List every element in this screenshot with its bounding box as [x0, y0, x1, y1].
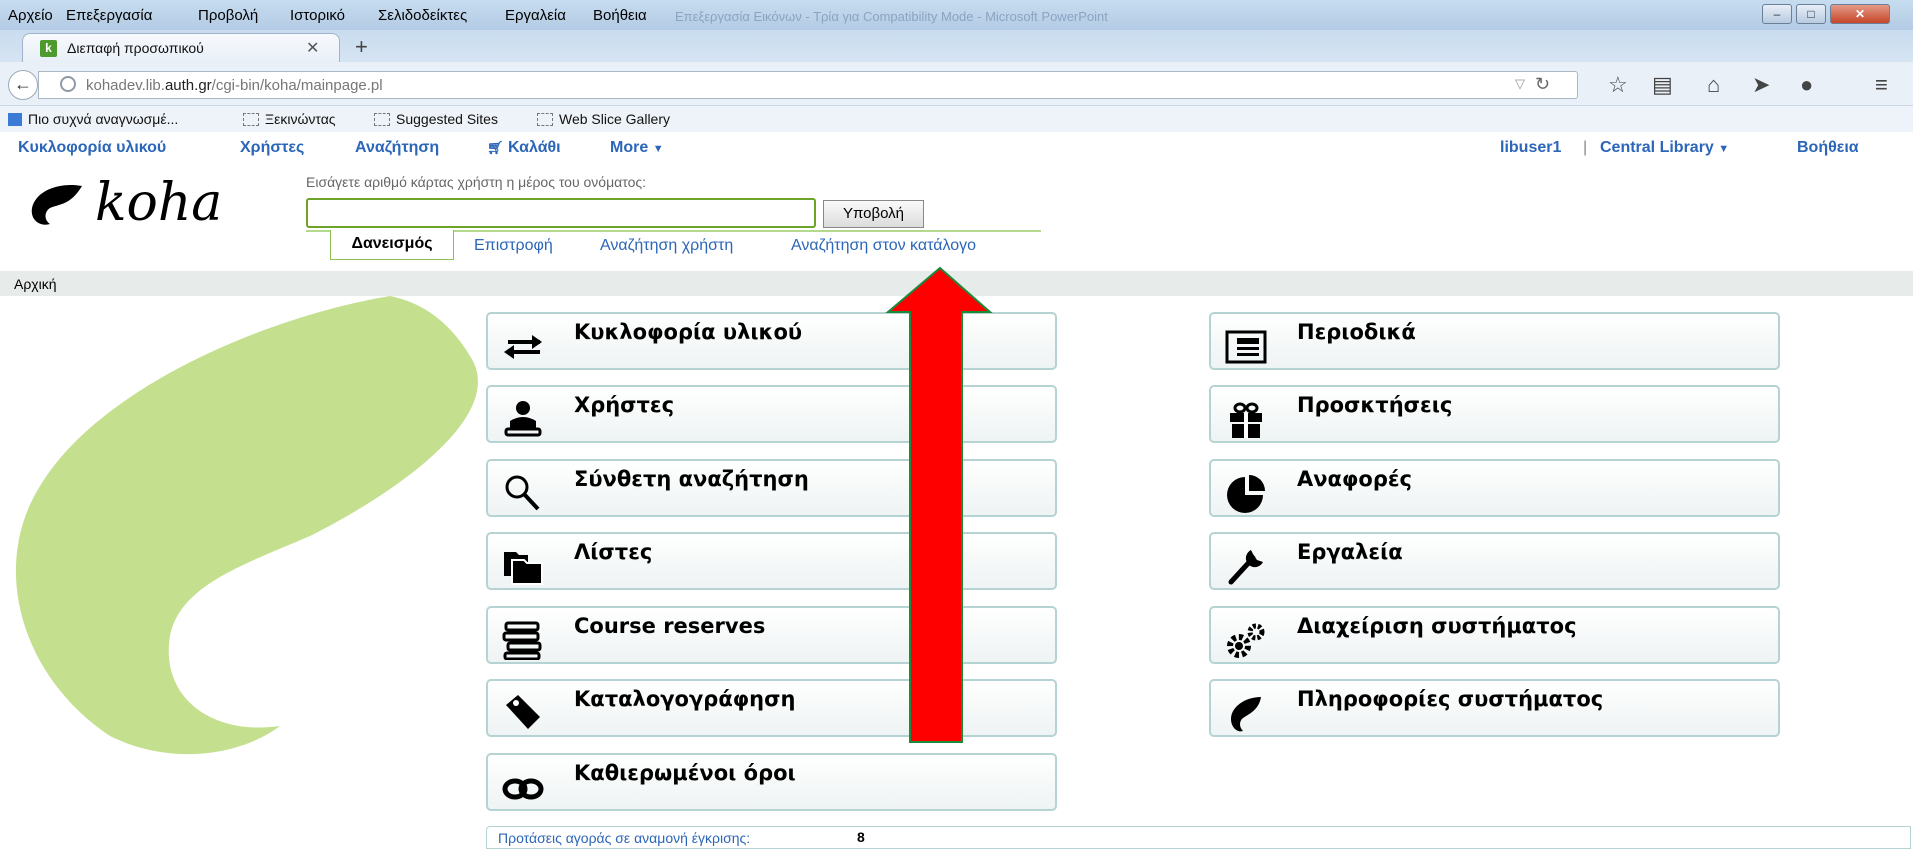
module-label: Διαχείριση συστήματος [1297, 614, 1577, 638]
koha-favicon-icon: k [40, 40, 57, 57]
back-arrow-icon[interactable]: ← [8, 70, 38, 100]
bookmark-getting-started[interactable]: Ξεκινώντας [243, 111, 336, 127]
module-administration[interactable]: Διαχείριση συστήματος [1209, 606, 1780, 664]
pending-suggestions-count: 8 [857, 829, 865, 845]
gears-icon [1227, 623, 1265, 658]
module-label: Περιοδικά [1297, 320, 1416, 344]
bookmark-star-icon[interactable]: ☆ [1608, 72, 1628, 98]
send-icon[interactable]: ➤ [1752, 72, 1770, 98]
browser-window: { "window": { "menu": ["Αρχείο","Επεξεργ… [0, 0, 1913, 849]
tab-search-catalog[interactable]: Αναζήτηση στον κατάλογο [791, 237, 976, 255]
menu-tools[interactable]: Εργαλεία [505, 7, 566, 24]
red-up-arrow-annotation [885, 266, 993, 743]
home-icon[interactable]: ⌂ [1707, 72, 1720, 98]
bookmark-web-slice-gallery[interactable]: Web Slice Gallery [537, 111, 670, 127]
caret-down-icon: ▼ [652, 143, 664, 155]
reload-icon[interactable]: ↻ [1535, 74, 1550, 95]
caret-down-icon: ▼ [1718, 143, 1730, 155]
nav-circulation[interactable]: Κυκλοφορία υλικού [18, 139, 166, 157]
module-label: Καταλογογράφηση [574, 687, 796, 711]
tab-close-icon[interactable]: ✕ [306, 38, 319, 58]
tag-icon [506, 695, 540, 729]
bookmark-page-icon [537, 113, 553, 126]
module-label: Αναφορές [1297, 467, 1413, 491]
module-acquisitions[interactable]: Προσκτήσεις [1209, 385, 1780, 443]
url-text[interactable]: kohadev.lib.auth.gr/cgi-bin/koha/mainpag… [86, 77, 383, 94]
cart-icon: 🛒︎ [487, 140, 504, 155]
nav-cart[interactable]: 🛒︎ Καλάθι [487, 139, 561, 157]
pie-chart-icon [1227, 475, 1265, 513]
nav-search[interactable]: Αναζήτηση [355, 139, 439, 157]
newspaper-icon [1225, 330, 1267, 364]
module-serials[interactable]: Περιοδικά [1209, 312, 1780, 370]
magnifier-icon [505, 475, 540, 511]
menu-history[interactable]: Ιστορικό [290, 7, 345, 24]
module-label: Καθιερωμένοι όροι [574, 761, 796, 785]
module-label: Course reserves [574, 614, 766, 638]
search-label: Εισάγετε αριθμό κάρτας χρήστη η μέρος το… [306, 174, 646, 190]
menu-bar: Αρχείο Επεξεργασία Προβολή Ιστορικό Σελι… [0, 0, 1913, 30]
breadcrumb-home[interactable]: Αρχική [14, 276, 57, 292]
wrench-icon [1228, 550, 1263, 585]
tab-search-patrons[interactable]: Αναζήτηση χρήστη [600, 237, 733, 255]
module-label: Σύνθετη αναζήτηση [574, 467, 809, 491]
menu-view[interactable]: Προβολή [198, 7, 258, 24]
folders-icon [504, 552, 543, 585]
url-dropdown-icon[interactable]: ▽ [1515, 76, 1525, 92]
module-label: Πληροφορίες συστήματος [1297, 687, 1604, 711]
bookmark-page-icon [243, 113, 259, 126]
tab-title: Διεπαφή προσωπικού [67, 40, 204, 56]
nav-library[interactable]: Central Library ▼ [1600, 139, 1729, 157]
reading-list-icon[interactable]: ▤ [1652, 72, 1673, 98]
module-label: Κυκλοφορία υλικού [574, 320, 803, 344]
close-window-button[interactable]: ✕ [1830, 4, 1890, 24]
hamburger-menu-icon[interactable]: ≡ [1875, 72, 1888, 98]
books-stack-icon [502, 621, 542, 660]
tab-checkin[interactable]: Επιστροφή [474, 237, 553, 255]
nav-user[interactable]: libuser1 [1500, 139, 1561, 157]
bookmark-folder-icon [8, 113, 22, 126]
patron-icon [504, 401, 542, 437]
new-tab-plus-icon[interactable]: + [355, 34, 368, 60]
menu-bookmarks[interactable]: Σελιδοδείκτες [378, 7, 467, 24]
nav-more[interactable]: More ▼ [610, 139, 664, 157]
chain-link-icon [502, 778, 544, 800]
module-tools[interactable]: Εργαλεία [1209, 532, 1780, 590]
bookmark-page-icon [374, 113, 390, 126]
globe-icon [60, 76, 76, 92]
module-authorities[interactable]: Καθιερωμένοι όροι [486, 753, 1057, 811]
bookmark-suggested-sites[interactable]: Suggested Sites [374, 111, 498, 127]
koha-logo-text[interactable]: koha [95, 173, 222, 233]
window-title: Επεξεργασία Εικόνων - Τρία για Compatibi… [675, 9, 1108, 24]
patron-search-input[interactable] [306, 198, 816, 228]
menu-file[interactable]: Αρχείο [8, 7, 53, 24]
pending-suggestions-link[interactable]: Προτάσεις αγοράς σε αναμονή έγκρισης: [498, 830, 750, 846]
module-about[interactable]: Πληροφορίες συστήματος [1209, 679, 1780, 737]
module-reports[interactable]: Αναφορές [1209, 459, 1780, 517]
module-label: Χρήστες [574, 393, 675, 417]
koha-leaf-icon [1231, 697, 1261, 732]
tab-checkout[interactable]: Δανεισμός [330, 230, 454, 260]
nav-patrons[interactable]: Χρήστες [240, 139, 304, 157]
nav-help[interactable]: Βοήθεια [1797, 139, 1859, 157]
koha-logo-icon[interactable] [30, 180, 85, 228]
minimize-button[interactable]: – [1762, 4, 1792, 24]
koha-background-leaf-icon [15, 296, 478, 755]
menu-edit[interactable]: Επεξεργασία [66, 7, 152, 24]
menu-help[interactable]: Βοήθεια [593, 7, 647, 24]
gift-icon [1230, 402, 1262, 438]
nav-separator: | [1583, 139, 1588, 156]
module-label: Εργαλεία [1297, 540, 1403, 564]
submit-button[interactable]: Υποβολή [823, 200, 924, 228]
bookmark-most-visited[interactable]: Πιο συχνά αναγνωσμέ... [8, 111, 178, 127]
circulation-arrows-icon [504, 335, 542, 359]
module-label: Προσκτήσεις [1297, 393, 1453, 417]
module-label: Λίστες [574, 540, 653, 564]
chat-icon[interactable]: ● [1800, 72, 1813, 98]
maximize-button[interactable]: □ [1796, 4, 1826, 24]
